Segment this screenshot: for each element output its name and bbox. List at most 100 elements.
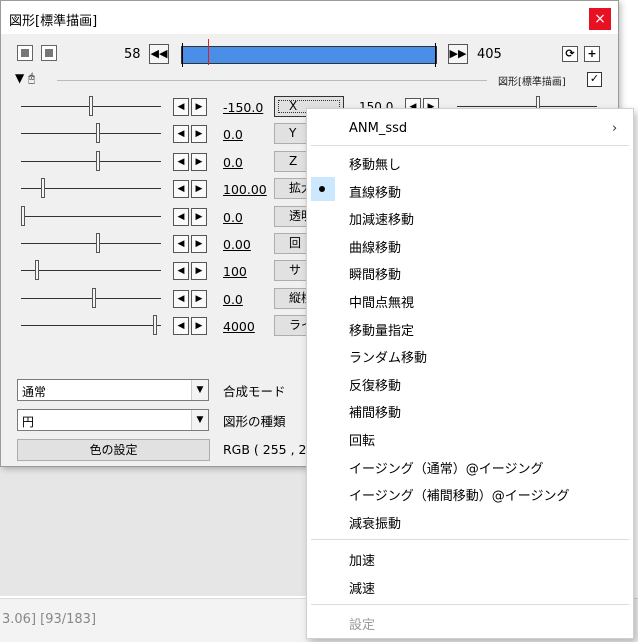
parameter-slider-track[interactable] xyxy=(21,160,161,162)
frame-icon[interactable] xyxy=(17,45,33,61)
layer-divider xyxy=(57,80,487,81)
background-panel xyxy=(0,466,320,596)
increment-arrow-icon[interactable]: ▶ xyxy=(191,152,207,171)
parameter-slider-track[interactable] xyxy=(21,325,161,327)
increment-arrow-icon[interactable]: ▶ xyxy=(191,207,207,226)
menu-item[interactable]: 曲線移動 xyxy=(349,237,401,256)
refresh-icon[interactable]: ⟳ xyxy=(562,46,578,62)
parameter-value[interactable]: -150.0 xyxy=(223,100,263,115)
timeline-end-mark xyxy=(435,43,436,67)
chevron-down-icon: ▼ xyxy=(191,380,208,400)
prev-keyframe-button[interactable]: ◀◀ xyxy=(149,44,169,64)
parameter-value[interactable]: 0.0 xyxy=(223,155,243,170)
increment-arrow-icon[interactable]: ▶ xyxy=(191,98,207,116)
decrement-arrow-icon[interactable]: ◀ xyxy=(173,317,189,336)
increment-arrow-icon[interactable]: ▶ xyxy=(191,180,207,199)
parameter-slider-thumb[interactable] xyxy=(35,260,39,281)
title-bar[interactable]: 図形[標準描画] × xyxy=(1,1,618,34)
value-stepper: ◀ ▶ xyxy=(173,152,211,171)
parameter-slider-thumb[interactable] xyxy=(41,178,45,199)
menu-item[interactable]: 減衰振動 xyxy=(349,513,401,532)
menu-item[interactable]: イージング（通常）@イージング xyxy=(349,458,543,477)
timeline-start-mark xyxy=(182,43,183,67)
menu-separator xyxy=(311,145,629,146)
increment-arrow-icon[interactable]: ▶ xyxy=(191,317,207,336)
increment-arrow-icon[interactable]: ▶ xyxy=(191,289,207,308)
value-stepper: ◀ ▶ xyxy=(173,317,211,336)
value-stepper: ◀ ▶ xyxy=(173,235,211,253)
decrement-arrow-icon[interactable]: ◀ xyxy=(173,152,189,171)
blend-mode-select[interactable]: 通常 ▼ xyxy=(17,379,209,401)
parameter-slider-thumb[interactable] xyxy=(89,96,93,116)
menu-item[interactable]: 反復移動 xyxy=(349,375,401,394)
chevron-down-icon: ▼ xyxy=(191,410,208,430)
selected-bullet-icon xyxy=(319,186,325,192)
menu-item-decelerate[interactable]: 減速 xyxy=(349,578,375,597)
parameter-value[interactable]: 0.00 xyxy=(223,237,251,252)
parameter-slider-thumb[interactable] xyxy=(153,315,157,336)
value-stepper: ◀ ▶ xyxy=(173,98,211,116)
parameter-slider-track[interactable] xyxy=(21,297,161,299)
parameter-value[interactable]: 4000 xyxy=(223,319,255,334)
menu-item[interactable]: ランダム移動 xyxy=(349,347,427,366)
parameter-value[interactable]: 100.00 xyxy=(223,182,267,197)
decrement-arrow-icon[interactable]: ◀ xyxy=(173,289,189,308)
increment-arrow-icon[interactable]: ▶ xyxy=(191,262,207,281)
menu-item[interactable]: 加減速移動 xyxy=(349,209,414,228)
blend-mode-value: 通常 xyxy=(22,385,47,399)
parameter-value[interactable]: 0.0 xyxy=(223,210,243,225)
menu-item[interactable]: 直線移動 xyxy=(349,182,401,201)
layer-enable-checkbox[interactable]: ✓ xyxy=(587,72,602,87)
parameter-slider-track[interactable] xyxy=(21,133,161,135)
decrement-arrow-icon[interactable]: ◀ xyxy=(173,207,189,226)
menu-item-accelerate[interactable]: 加速 xyxy=(349,550,375,569)
parameter-slider-thumb[interactable] xyxy=(21,205,25,226)
submenu-arrow-icon: › xyxy=(612,121,618,136)
end-frame: 405 xyxy=(477,47,502,62)
value-stepper: ◀ ▶ xyxy=(173,289,211,308)
menu-item[interactable]: 移動量指定 xyxy=(349,320,414,339)
menu-item[interactable]: 中間点無視 xyxy=(349,292,414,311)
value-stepper: ◀ ▶ xyxy=(173,180,211,199)
parameter-value[interactable]: 0.0 xyxy=(223,127,243,142)
parameter-value[interactable]: 0.0 xyxy=(223,292,243,307)
color-settings-button[interactable]: 色の設定 xyxy=(17,439,210,461)
add-filter-icon[interactable]: + xyxy=(584,46,600,62)
decrement-arrow-icon[interactable]: ◀ xyxy=(173,180,189,199)
decrement-arrow-icon[interactable]: ◀ xyxy=(173,235,189,253)
parameter-slider-track[interactable] xyxy=(21,243,161,244)
window-title: 図形[標準描画] xyxy=(9,14,98,29)
close-button[interactable]: × xyxy=(589,8,611,30)
parameter-slider-track[interactable] xyxy=(21,215,161,217)
next-keyframe-button[interactable]: ▶▶ xyxy=(448,44,468,64)
decrement-arrow-icon[interactable]: ◀ xyxy=(173,98,189,116)
parameter-slider-track[interactable] xyxy=(21,270,161,272)
menu-item[interactable]: 移動無し xyxy=(349,154,401,173)
parameter-slider-thumb[interactable] xyxy=(92,287,96,308)
value-stepper: ◀ ▶ xyxy=(173,125,211,144)
timeline-bar[interactable] xyxy=(181,39,437,67)
menu-separator xyxy=(311,604,629,605)
parameter-slider-thumb[interactable] xyxy=(96,123,100,144)
menu-item[interactable]: 回転 xyxy=(349,430,375,449)
menu-item-settings: 設定 xyxy=(349,618,376,633)
decrement-arrow-icon[interactable]: ◀ xyxy=(173,125,189,144)
shape-type-select[interactable]: 円 ▼ xyxy=(17,409,209,431)
parameter-slider-thumb[interactable] xyxy=(96,150,100,171)
end-slider-track[interactable] xyxy=(457,106,597,107)
decrement-arrow-icon[interactable]: ◀ xyxy=(173,262,189,281)
increment-arrow-icon[interactable]: ▶ xyxy=(191,235,207,253)
menu-item-anm-ssd[interactable]: ANM_ssd xyxy=(349,121,407,136)
layer-toggle[interactable]: ▼ 🖰 xyxy=(15,71,35,86)
menu-item[interactable]: 補間移動 xyxy=(349,402,401,421)
rgb-value: RGB ( 255 , 25 xyxy=(223,442,315,457)
timeline-cursor[interactable] xyxy=(208,39,209,65)
parameter-slider-thumb[interactable] xyxy=(96,233,100,253)
value-stepper: ◀ ▶ xyxy=(173,207,211,226)
increment-arrow-icon[interactable]: ▶ xyxy=(191,125,207,144)
parameter-value[interactable]: 100 xyxy=(223,264,247,279)
menu-item[interactable]: イージング（補間移動）@イージング xyxy=(349,485,569,504)
menu-item[interactable]: 瞬間移動 xyxy=(349,264,401,283)
shape-type-label: 図形の種類 xyxy=(223,414,286,429)
grid-icon[interactable] xyxy=(41,45,57,61)
